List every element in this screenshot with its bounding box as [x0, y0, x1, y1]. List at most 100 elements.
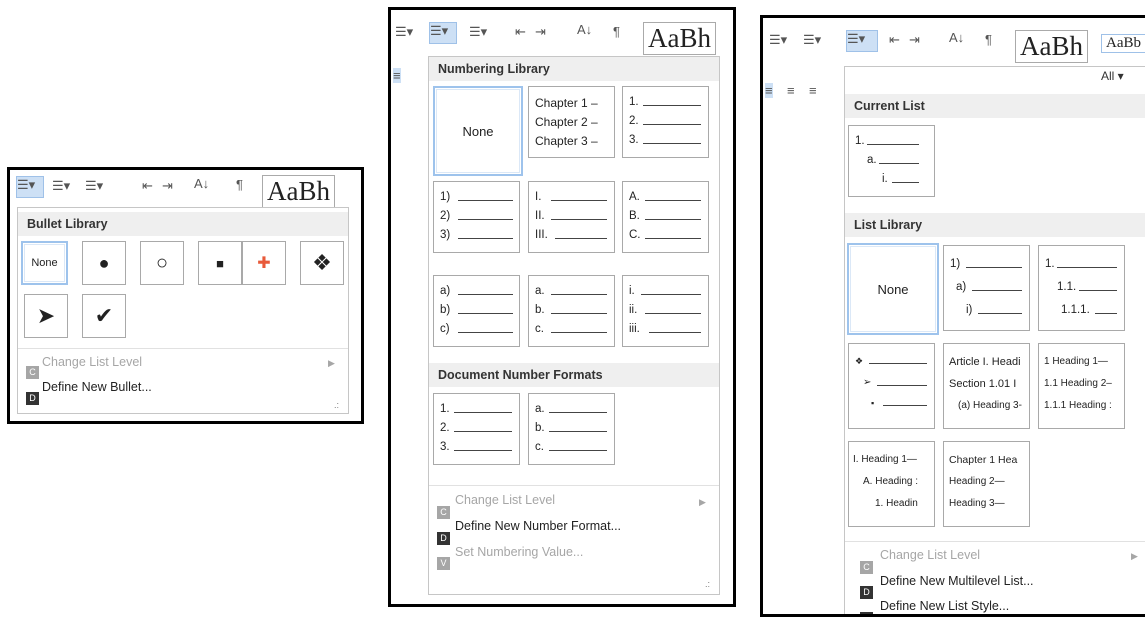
numbering-button[interactable]: ☰▾: [429, 22, 457, 44]
align-right-button[interactable]: ≡: [809, 83, 817, 98]
list-line: b.: [535, 422, 545, 434]
change-list-level-item[interactable]: Change List Level: [42, 355, 142, 369]
increase-indent-button[interactable]: ⇥: [162, 178, 173, 194]
multilevel-list-panel: ☰▾ ☰▾ ☰▾ ⇤ ⇥ A↓ ¶ AaBh AaBb ≡ ≡ ≡ All ▾ …: [760, 15, 1145, 617]
list-line: B.: [629, 210, 640, 222]
numbering-none[interactable]: None: [433, 86, 523, 176]
pilcrow-button[interactable]: ¶: [236, 177, 243, 192]
change-list-level-item[interactable]: Change List Level: [455, 493, 555, 507]
numbering-button[interactable]: ☰▾: [52, 178, 70, 194]
align-left-button[interactable]: ≡: [393, 68, 401, 83]
multilevel-article-section[interactable]: Article I. Headi Section 1.01 I (a) Head…: [943, 343, 1030, 429]
multilevel-none[interactable]: None: [847, 243, 939, 335]
list-line: c.: [535, 323, 544, 335]
bullets-button[interactable]: ☰▾: [769, 32, 787, 48]
document-format-lower-alpha[interactable]: a. b. c.: [528, 393, 615, 465]
sort-button[interactable]: A↓: [577, 22, 592, 37]
decrease-indent-button[interactable]: ⇤: [889, 32, 900, 48]
sort-button[interactable]: A↓: [194, 176, 209, 191]
decrease-indent-button[interactable]: ⇤: [142, 178, 153, 194]
define-new-number-format-item[interactable]: Define New Number Format...: [455, 519, 621, 533]
align-center-button[interactable]: ≡: [787, 83, 795, 98]
submenu-arrow-icon: ▶: [328, 358, 335, 368]
multilevel-list-button[interactable]: ☰▾: [85, 178, 103, 194]
document-format-decimal[interactable]: 1. 2. 3.: [433, 393, 520, 465]
decrease-indent-button[interactable]: ⇤: [515, 24, 526, 40]
separator: [429, 485, 719, 486]
increase-indent-button[interactable]: ⇥: [909, 32, 920, 48]
align-left-button[interactable]: ≡: [765, 83, 773, 98]
multilevel-paren-style[interactable]: 1) a) i): [943, 245, 1030, 331]
rule: [458, 238, 513, 239]
define-new-multilevel-list-item[interactable]: Define New Multilevel List...: [880, 574, 1034, 588]
bullets-button[interactable]: ☰▾: [16, 176, 44, 198]
bullet-color-cross[interactable]: ✚: [242, 241, 286, 285]
numbering-upper-roman[interactable]: I. II. III.: [528, 181, 615, 253]
filter-dropdown[interactable]: All ▾: [1101, 69, 1124, 83]
list-line: A.: [629, 191, 640, 203]
bullet-none[interactable]: None: [21, 241, 68, 285]
bullet-diamond-cluster[interactable]: ❖: [300, 241, 344, 285]
numbering-paren-decimal[interactable]: 1) 2) 3): [433, 181, 520, 253]
numbering-upper-alpha[interactable]: A. B. C.: [622, 181, 709, 253]
multilevel-heading-decimal[interactable]: 1 Heading 1— 1.1 Heading 2– 1.1.1 Headin…: [1038, 343, 1125, 429]
list-line: A. Heading :: [863, 476, 919, 487]
rule: [978, 313, 1022, 314]
bullet-checkmark[interactable]: ✔: [82, 294, 126, 338]
rule: [551, 294, 607, 295]
rule: [877, 385, 927, 386]
multilevel-list-button[interactable]: ☰▾: [846, 30, 878, 52]
list-line: 1.1.: [1057, 281, 1077, 293]
key-hint-c: C: [437, 506, 450, 519]
separator: [18, 348, 348, 349]
multilevel-bullet-style[interactable]: ❖ ➢ ▪: [848, 343, 935, 429]
multilevel-decimal-style[interactable]: 1. 1.1. 1.1.1.: [1038, 245, 1125, 331]
current-list-item[interactable]: 1. a. i.: [848, 125, 935, 197]
numbering-paren-lower-alpha[interactable]: a) b) c): [433, 275, 520, 347]
list-line: 1.1 Heading 2–: [1044, 378, 1112, 389]
list-line: iii.: [629, 323, 640, 335]
bullet-hollow-circle[interactable]: ○: [140, 241, 184, 285]
define-new-list-style-item[interactable]: Define New List Style...: [880, 599, 1009, 613]
list-line: Chapter 3 –: [535, 134, 598, 148]
numbering-lower-roman[interactable]: i. ii. iii.: [622, 275, 709, 347]
list-line: a): [440, 285, 451, 297]
rule: [549, 431, 607, 432]
list-line: ii.: [629, 304, 638, 316]
numbering-chapter[interactable]: Chapter 1 – Chapter 2 – Chapter 3 –: [528, 86, 615, 158]
rule: [458, 200, 513, 201]
numbering-button[interactable]: ☰▾: [803, 32, 821, 48]
toolbar: ☰▾ ☰▾ ☰▾ ⇤ ⇥ A↓ ¶ AaBh AaBb: [763, 18, 1145, 63]
bullet-square[interactable]: ■: [198, 241, 242, 285]
toolbar: ☰▾ ☰▾ ☰▾ ⇤ ⇥ A↓ ¶ AaBh: [391, 10, 733, 55]
resize-grip-icon[interactable]: .:: [334, 400, 339, 410]
pilcrow-button[interactable]: ¶: [613, 24, 620, 39]
multilevel-list-button[interactable]: ☰▾: [469, 24, 487, 40]
rule: [454, 450, 512, 451]
bullets-button[interactable]: ☰▾: [395, 24, 413, 40]
pilcrow-button[interactable]: ¶: [985, 32, 992, 47]
style-sample[interactable]: AaBh: [643, 22, 716, 55]
multilevel-heading-roman[interactable]: I. Heading 1— A. Heading : 1. Headin: [848, 441, 935, 527]
multilevel-dropdown: All ▾ Current List 1. a. i. List Library…: [844, 66, 1145, 614]
rule: [549, 412, 607, 413]
numbering-lower-alpha[interactable]: a. b. c.: [528, 275, 615, 347]
style-sample-secondary[interactable]: AaBb: [1101, 34, 1145, 53]
list-line: Chapter 2 –: [535, 115, 598, 129]
numbering-decimal[interactable]: 1. 2. 3.: [622, 86, 709, 158]
bullet-arrowhead[interactable]: ➤: [24, 294, 68, 338]
resize-grip-icon[interactable]: .:: [705, 579, 710, 589]
list-line: c.: [535, 441, 544, 453]
sort-button[interactable]: A↓: [949, 30, 964, 45]
change-list-level-item[interactable]: Change List Level: [880, 548, 980, 562]
multilevel-chapter-heading[interactable]: Chapter 1 Hea Heading 2— Heading 3—: [943, 441, 1030, 527]
style-sample[interactable]: AaBh: [262, 175, 335, 208]
list-line: a.: [867, 154, 877, 166]
define-new-bullet-item[interactable]: Define New Bullet...: [42, 380, 152, 394]
increase-indent-button[interactable]: ⇥: [535, 24, 546, 40]
bullet-library-panel: ☰▾ ☰▾ ☰▾ ⇤ ⇥ A↓ ¶ AaBh Bullet Library No…: [7, 167, 364, 424]
bullet-filled-circle[interactable]: ●: [82, 241, 126, 285]
rule: [454, 431, 512, 432]
set-numbering-value-item[interactable]: Set Numbering Value...: [455, 545, 583, 559]
style-sample[interactable]: AaBh: [1015, 30, 1088, 63]
